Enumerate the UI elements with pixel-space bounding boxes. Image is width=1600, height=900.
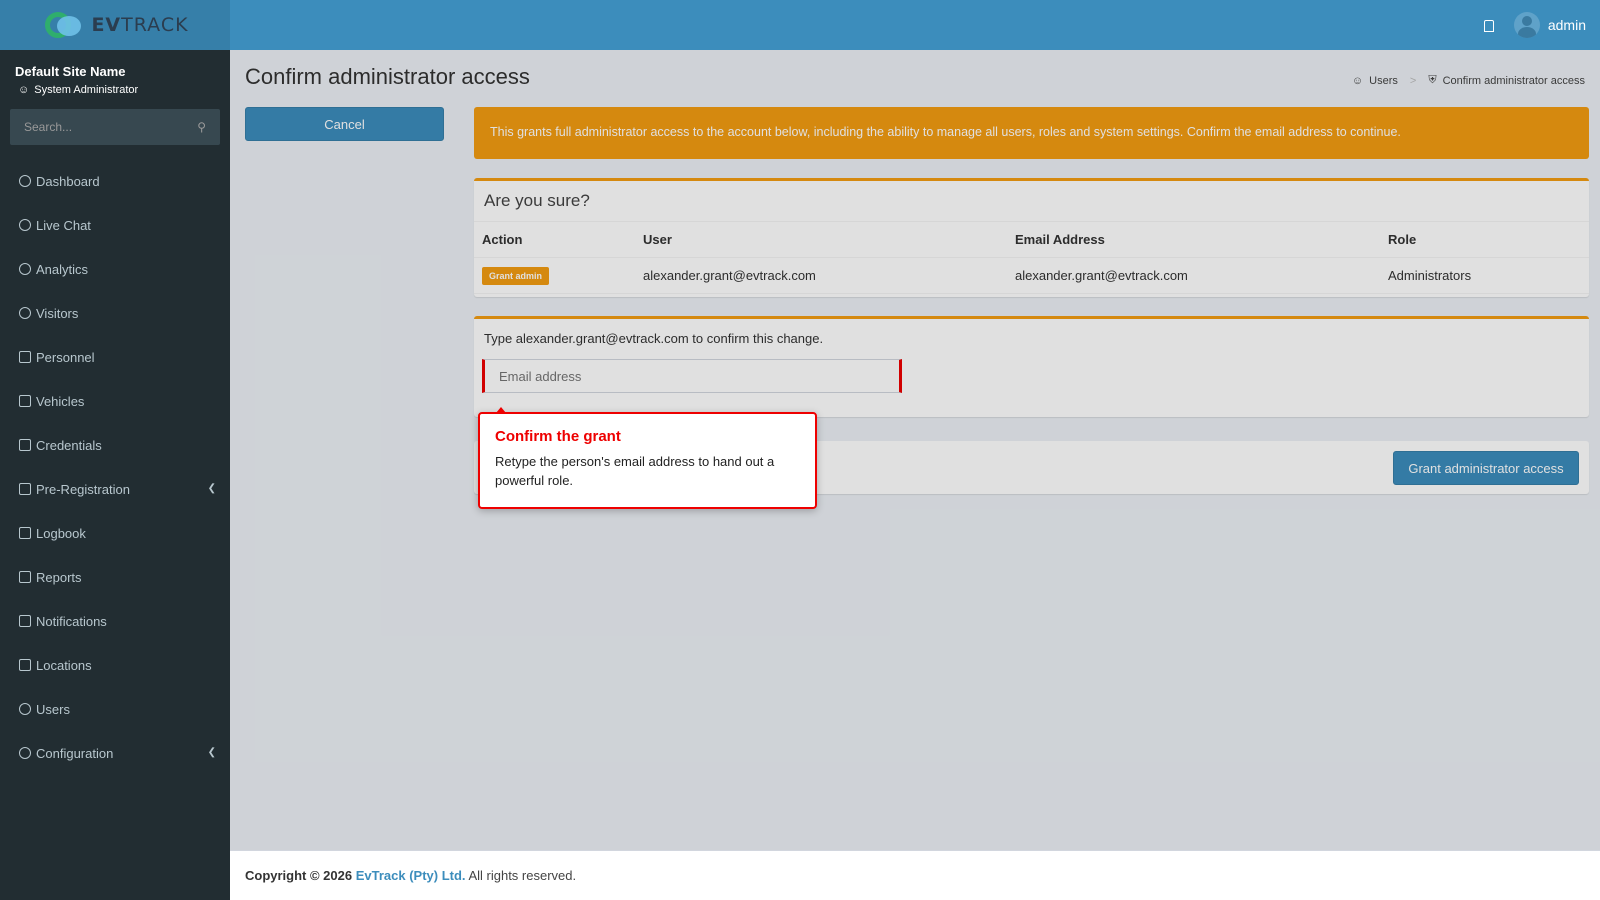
column-header-email: Email Address <box>1015 232 1105 247</box>
guide-tooltip: Confirm the grant Retype the person's em… <box>478 407 817 509</box>
sidebar-item-credentials[interactable]: Credentials <box>0 423 230 467</box>
sidebar-item-vehicles[interactable]: Vehicles <box>0 379 230 423</box>
user-icon: ☺ <box>18 84 30 96</box>
email-confirm-box: Type alexander.grant@evtrack.com to conf… <box>474 316 1589 417</box>
message-icon <box>19 615 31 627</box>
confirmation-box: Are you sure? Action User Email Address … <box>474 178 1589 297</box>
logo-text: EVTRACK <box>91 14 189 36</box>
sidebar-item-live-chat[interactable]: Live Chat <box>0 203 230 247</box>
warning-callout: This grants full administrator access to… <box>474 107 1589 159</box>
sidebar-item-logbook[interactable]: Logbook <box>0 511 230 555</box>
breadcrumb-current: Confirm administrator access <box>1442 74 1585 87</box>
tooltip-title: Confirm the grant <box>495 428 621 445</box>
sidebar-item-visitors[interactable]: Visitors <box>0 291 230 335</box>
sidebar-item-personnel[interactable]: Personnel <box>0 335 230 379</box>
box-title: Are you sure? <box>474 181 1589 222</box>
column-header-user: User <box>643 232 672 247</box>
users-icon <box>19 703 31 715</box>
search-icon[interactable]: ⚲ <box>197 120 206 134</box>
headset-icon <box>19 219 31 231</box>
user-menu[interactable]: admin <box>1513 12 1586 38</box>
swap-icon <box>19 483 31 495</box>
sidebar-item-reports[interactable]: Reports <box>0 555 230 599</box>
sidebar-item-configuration[interactable]: Configuration ❮ <box>0 731 230 775</box>
cancel-button[interactable]: Cancel <box>245 107 444 141</box>
cell-user: alexander.grant@evtrack.com <box>643 268 816 283</box>
cell-role: Administrators <box>1388 268 1472 283</box>
user-group-icon <box>19 351 31 363</box>
avatar <box>1513 12 1540 38</box>
email-confirm-input[interactable] <box>482 359 902 393</box>
sidebar-search[interactable]: Search... ⚲ <box>10 109 220 145</box>
eye-icon <box>19 307 31 319</box>
shield-icon: ⛨ <box>1428 74 1437 86</box>
book-icon <box>19 527 31 539</box>
logo[interactable]: EVTRACK <box>0 0 230 50</box>
sidebar-item-pre-registration[interactable]: Pre-Registration ❮ <box>0 467 230 511</box>
column-header-role: Role <box>1388 232 1417 247</box>
sidebar-item-notifications[interactable]: Notifications <box>0 599 230 643</box>
dashboard-icon <box>19 175 31 187</box>
users-icon: ☺ <box>1351 74 1364 87</box>
copyright: Copyright © 2026 <box>245 868 353 883</box>
page-footer: Copyright © 2026 EvTrack (Pty) Ltd. All … <box>230 850 1600 900</box>
flag-icon[interactable] <box>1482 18 1496 32</box>
search-input[interactable]: Search... <box>24 120 72 134</box>
map-icon <box>19 659 31 671</box>
grant-admin-button[interactable]: Grant administrator access <box>1393 451 1579 485</box>
top-navbar: EVTRACK admin <box>0 0 1600 50</box>
user-name: admin <box>1547 17 1586 33</box>
page-title: Confirm administrator access <box>245 64 530 89</box>
action-badge: Grant admin <box>482 266 550 285</box>
chart-icon <box>19 571 31 583</box>
tooltip-body: Retype the person's email address to han… <box>495 454 775 488</box>
id-card-icon <box>19 439 31 451</box>
company-link[interactable]: EvTrack (Pty) Ltd. <box>356 868 466 883</box>
column-header-action: Action <box>482 232 523 247</box>
target-icon <box>19 263 31 275</box>
confirm-instruction: Type alexander.grant@evtrack.com to conf… <box>484 331 824 346</box>
gear-icon <box>19 747 31 759</box>
chevron-left-icon: ❮ <box>207 483 216 494</box>
site-role: ☺ System Administrator <box>18 84 139 96</box>
sidebar-item-dashboard[interactable]: Dashboard <box>0 159 230 203</box>
car-icon <box>19 395 31 407</box>
sidebar-item-analytics[interactable]: Analytics <box>0 247 230 291</box>
chevron-left-icon: ❮ <box>207 747 216 758</box>
breadcrumb-users[interactable]: Users <box>1369 75 1398 87</box>
table-header: Action User Email Address Role <box>474 222 1589 258</box>
breadcrumb: ☺ Users > ⛨ Confirm administrator access <box>1352 74 1585 87</box>
cell-email: alexander.grant@evtrack.com <box>1015 268 1188 283</box>
site-name: Default Site Name <box>15 64 126 79</box>
breadcrumb-separator: > <box>1409 74 1417 87</box>
main-content: Confirm administrator access ☺ Users > ⛨… <box>230 50 1600 850</box>
sidebar-item-users[interactable]: Users <box>0 687 230 731</box>
rights-text: All rights reserved. <box>468 868 577 883</box>
sidebar-item-locations[interactable]: Locations <box>0 643 230 687</box>
logo-mark-icon <box>41 10 85 40</box>
sidebar: Default Site Name ☺ System Administrator… <box>0 50 230 900</box>
table-row: Grant admin alexander.grant@evtrack.com … <box>474 258 1589 294</box>
